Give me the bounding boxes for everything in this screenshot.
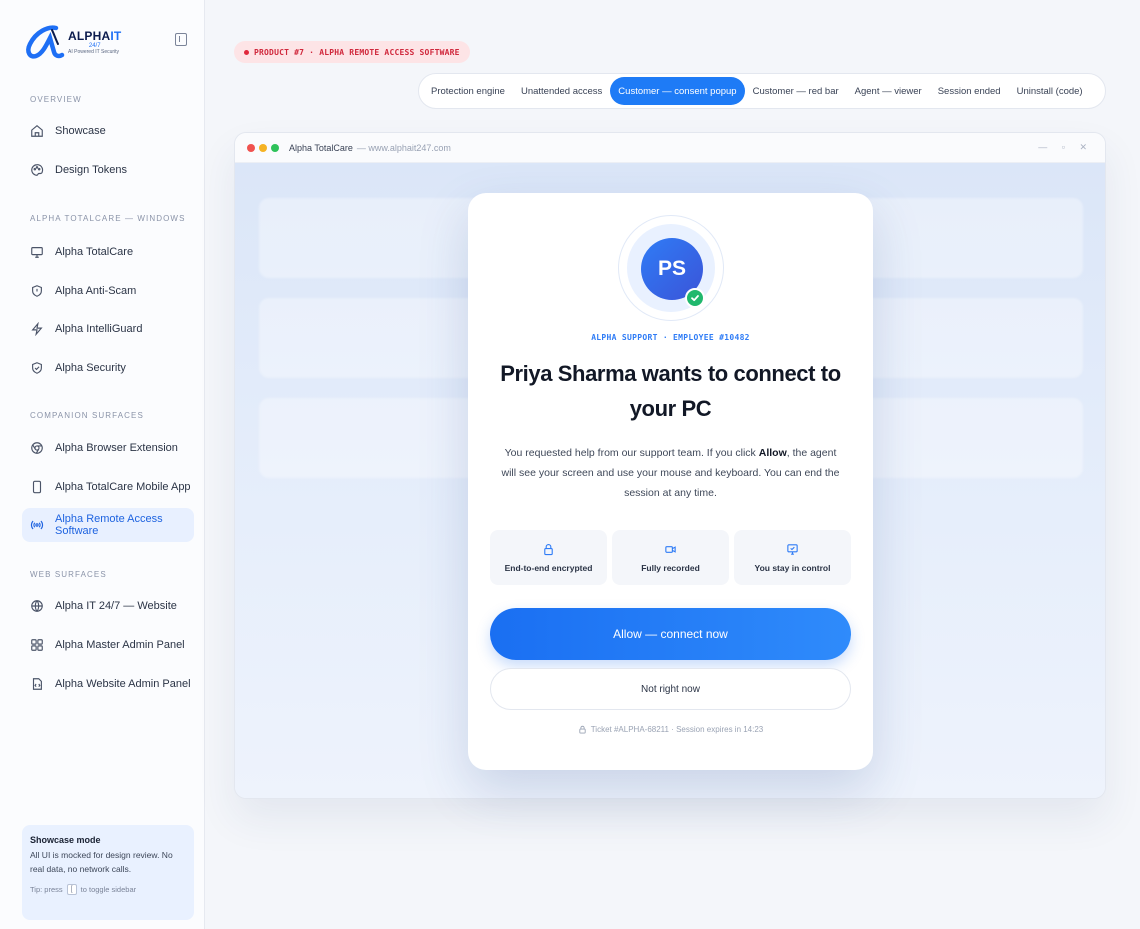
tab-unattended-access[interactable]: Unattended access (513, 77, 610, 105)
brand-247: 24/7 (88, 42, 101, 49)
sidebar-item-label: Alpha TotalCare (55, 246, 134, 258)
tip-hint-prefix: Tip: press (30, 885, 63, 894)
sidebar-item-label: Design Tokens (55, 164, 127, 176)
grid-icon (30, 638, 44, 652)
sidebar-item-label: Alpha TotalCare Mobile App (55, 481, 191, 493)
maximize-traffic-light[interactable] (271, 143, 279, 152)
sidebar-item-alpha-totalcare-mobile-app[interactable]: Alpha TotalCare Mobile App (22, 470, 194, 504)
sidebar-item-label: Alpha IT 24/7 — Website (55, 600, 177, 612)
brand-name: ALPHAIT (68, 28, 122, 43)
scenario-tabs: Protection engine Unattended access Cust… (418, 73, 1106, 109)
sidebar-item-alpha-website-admin-panel[interactable]: Alpha Website Admin Panel (22, 667, 194, 701)
body-text-bold: Allow (758, 447, 787, 459)
feature-label: End-to-end encrypted (504, 562, 593, 573)
sidebar-item-label: Alpha IntelliGuard (55, 323, 143, 335)
video-icon (664, 543, 677, 556)
feature-label: Fully recorded (641, 562, 700, 573)
shield-alert-icon (30, 284, 44, 298)
verified-check-icon (685, 288, 705, 308)
sidebar-item-alpha-totalcare[interactable]: Alpha TotalCare (22, 235, 194, 269)
tab-uninstall-code[interactable]: Uninstall (code) (1009, 77, 1091, 105)
monitor-check-icon (786, 543, 799, 556)
sidebar-item-label: Showcase (55, 125, 106, 137)
sidebar-item-label: Alpha Browser Extension (55, 442, 178, 454)
dialog-body: You requested help from our support team… (498, 443, 843, 503)
tab-customer-consent-popup[interactable]: Customer — consent popup (610, 77, 745, 105)
section-label-overview: OVERVIEW (30, 95, 82, 104)
sidebar-item-design-tokens[interactable]: Design Tokens (22, 153, 194, 187)
status-dot-icon (244, 49, 249, 55)
section-label-web-surfaces: WEB SURFACES (30, 570, 107, 579)
avatar-halo: PS (618, 215, 724, 321)
sidebar-toggle-icon[interactable] (175, 33, 187, 46)
ticket-info: Ticket #ALPHA-68211 · Session expires in… (468, 725, 873, 734)
sidebar-item-showcase[interactable]: Showcase (22, 114, 194, 148)
feature-list: End-to-end encrypted Fully recorded You … (490, 530, 851, 585)
window-titlebar: Alpha TotalCare — www.alphait247.com — ▫… (235, 133, 1105, 163)
bolt-icon (30, 322, 44, 336)
minimize-traffic-light[interactable] (259, 143, 267, 152)
sidebar-item-label: Alpha Master Admin Panel (55, 639, 185, 651)
showcase-mode-card: Showcase mode All UI is mocked for desig… (22, 825, 194, 920)
tip-hint: Tip: press [ to toggle sidebar (30, 884, 186, 895)
feature-encrypted: End-to-end encrypted (490, 530, 607, 585)
lock-icon (579, 725, 586, 734)
sidebar-item-alpha-intelliguard[interactable]: Alpha IntelliGuard (22, 312, 194, 346)
palette-icon (30, 163, 44, 177)
tab-session-ended[interactable]: Session ended (930, 77, 1009, 105)
sidebar-item-label: Alpha Anti-Scam (55, 285, 137, 297)
tip-title: Showcase mode (30, 835, 101, 845)
allow-connect-button[interactable]: Allow — connect now (490, 608, 851, 660)
home-icon (30, 124, 44, 138)
sidebar-item-alpha-security[interactable]: Alpha Security (22, 351, 194, 385)
body-text-part: You requested help from our support team… (504, 447, 759, 459)
consent-dialog: PS ALPHA SUPPORT · EMPLOYEE #10482 Priya… (468, 193, 873, 770)
broadcast-icon (30, 518, 44, 532)
alpha-logo-icon (26, 25, 65, 59)
sidebar-item-alpha-it-website[interactable]: Alpha IT 24/7 — Website (22, 589, 194, 623)
brand-logo[interactable]: ALPHAIT 24/7 AI Powered IT Security (22, 22, 121, 62)
monitor-icon (30, 245, 44, 259)
keyboard-key: [ (66, 884, 77, 895)
sidebar-item-alpha-browser-extension[interactable]: Alpha Browser Extension (22, 431, 194, 465)
tip-body: All UI is mocked for design review. No r… (30, 850, 173, 874)
browser-extension-icon (30, 441, 44, 455)
product-badge-label: PRODUCT #7 · ALPHA REMOTE ACCESS SOFTWAR… (254, 47, 460, 57)
not-right-now-button[interactable]: Not right now (490, 668, 851, 710)
tab-protection-engine[interactable]: Protection engine (423, 77, 513, 105)
ticket-text: Ticket #ALPHA-68211 · Session expires in… (590, 725, 764, 734)
tip-hint-suffix: to toggle sidebar (80, 885, 137, 894)
sidebar-item-alpha-master-admin-panel[interactable]: Alpha Master Admin Panel (22, 628, 194, 662)
lock-icon (542, 543, 555, 556)
shield-check-icon (30, 361, 44, 375)
tab-agent-viewer[interactable]: Agent — viewer (847, 77, 930, 105)
product-badge: PRODUCT #7 · ALPHA REMOTE ACCESS SOFTWAR… (234, 41, 470, 63)
window-controls[interactable]: — ▫ ✕ (1038, 142, 1093, 153)
sidebar-item-alpha-anti-scam[interactable]: Alpha Anti-Scam (22, 274, 194, 308)
window-title: Alpha TotalCare (289, 142, 353, 153)
feature-label: You stay in control (754, 562, 831, 573)
smartphone-icon (30, 480, 44, 494)
section-label-totalcare-windows: ALPHA TOTALCARE — WINDOWS (30, 214, 186, 223)
globe-icon (30, 599, 44, 613)
window-url: — www.alphait247.com (356, 142, 451, 153)
feature-recorded: Fully recorded (612, 530, 729, 585)
brand-subtitle: AI Powered IT Security (68, 48, 120, 55)
file-code-icon (30, 677, 44, 691)
sidebar: ALPHAIT 24/7 AI Powered IT Security OVER… (0, 0, 205, 929)
section-label-companion-surfaces: COMPANION SURFACES (30, 411, 144, 420)
close-traffic-light[interactable] (247, 143, 255, 152)
tab-customer-red-bar[interactable]: Customer — red bar (745, 77, 847, 105)
sidebar-item-alpha-remote-access-software[interactable]: Alpha Remote Access Software (22, 508, 194, 542)
sidebar-item-label: Alpha Security (55, 362, 126, 374)
dialog-headline: Priya Sharma wants to connect to your PC (500, 361, 841, 421)
sidebar-item-label: Alpha Website Admin Panel (55, 678, 191, 690)
sidebar-item-label: Alpha Remote Access Software (55, 513, 163, 537)
feature-control: You stay in control (734, 530, 851, 585)
employee-label: ALPHA SUPPORT · EMPLOYEE #10482 (591, 333, 750, 342)
